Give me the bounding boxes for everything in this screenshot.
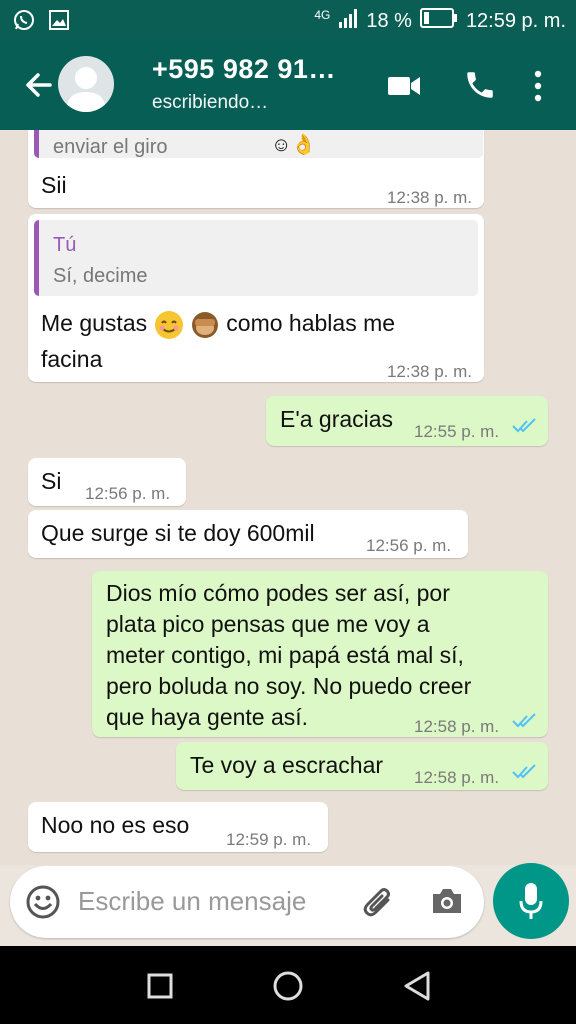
see-no-evil-monkey-icon (190, 310, 220, 340)
message-time: 12:38 p. m. (386, 362, 472, 381)
emoji-smile-icon: ☺👌 (271, 134, 317, 156)
gallery-icon (48, 9, 70, 37)
message-bubble-incoming[interactable]: Si 12:56 p. m. (28, 458, 186, 506)
message-text: Noo no es eso (41, 812, 190, 838)
message-bubble-incoming[interactable]: Que surge si te doy 600mil 12:56 p. m. (28, 510, 468, 558)
message-bubble-incoming[interactable]: Tú Sí, decime Me gustas como hablas me f… (28, 214, 484, 382)
quoted-message: enviar el giro ☺👌 (34, 130, 483, 158)
message-text: Dios mío cómo podes ser así, por plata p… (106, 578, 471, 733)
battery-icon (419, 7, 458, 35)
message-time: 12:58 p. m. (414, 717, 500, 736)
battery-percentage: 18 % (366, 9, 412, 32)
message-text: Me gustas (41, 310, 148, 336)
message-line: meter contigo, mi papá está mal sí, (106, 642, 464, 668)
more-vert-icon[interactable] (528, 68, 548, 104)
message-time: 12:55 p. m. (414, 422, 500, 441)
status-bar: 4G 18 % 12:59 p. m. (0, 0, 576, 40)
back-arrow-icon[interactable] (22, 68, 56, 102)
home-icon[interactable] (272, 970, 304, 1007)
message-line: pero boluda no soy. No puedo creer (106, 673, 472, 699)
mic-icon (518, 881, 544, 926)
quoted-author: Tú (53, 234, 77, 256)
message-bubble-outgoing[interactable]: Te voy a escrachar 12:58 p. m. (176, 742, 548, 790)
emoji-icon[interactable] (26, 885, 60, 924)
message-text: Que surge si te doy 600mil (41, 520, 315, 546)
message-time: 12:56 p. m. (85, 484, 171, 503)
read-ticks-icon (512, 713, 536, 728)
chat-area[interactable]: enviar el giro ☺👌 Sii 12:38 p. m. Tú Sí,… (0, 130, 576, 865)
camera-icon[interactable] (430, 886, 464, 921)
message-time: 12:56 p. m. (366, 536, 452, 555)
message-time: 12:58 p. m. (414, 768, 500, 787)
message-line: Dios mío cómo podes ser así, por (106, 580, 450, 606)
network-type: 4G (314, 8, 331, 22)
message-time: 12:59 p. m. (226, 830, 312, 849)
back-icon[interactable] (402, 970, 432, 1007)
message-text: como hablas me (226, 310, 396, 336)
contact-status: escribiendo… (152, 92, 269, 113)
whatsapp-icon (12, 8, 36, 38)
phone-icon[interactable] (463, 68, 499, 104)
recents-icon[interactable] (146, 972, 174, 1005)
signal-icon (338, 7, 358, 35)
message-line: plata pico pensas que me voy a (106, 611, 430, 637)
mic-button[interactable] (493, 863, 569, 939)
attach-icon[interactable] (362, 884, 396, 925)
smiling-emoji-icon (154, 310, 184, 340)
contact-name[interactable]: +595 982 91… (152, 54, 336, 85)
video-call-icon[interactable] (386, 68, 422, 104)
message-bubble-incoming[interactable]: enviar el giro ☺👌 Sii 12:38 p. m. (28, 130, 484, 208)
avatar-icon[interactable] (58, 56, 114, 112)
status-time: 12:59 p. m. (465, 9, 566, 32)
message-input[interactable]: Escribe un mensaje (78, 886, 306, 917)
quoted-message: Tú Sí, decime (34, 220, 478, 296)
read-ticks-icon (512, 764, 536, 779)
message-bubble-incoming[interactable]: Noo no es eso 12:59 p. m. (28, 802, 328, 852)
message-composer[interactable]: Escribe un mensaje (10, 866, 484, 938)
read-ticks-icon (512, 418, 536, 433)
message-text: Te voy a escrachar (190, 752, 384, 778)
message-text: Si (41, 468, 62, 494)
message-text: facina (41, 346, 103, 372)
message-bubble-outgoing[interactable]: Dios mío cómo podes ser así, por plata p… (92, 571, 548, 737)
chat-header: +595 982 91… escribiendo… (0, 40, 576, 130)
system-navigation-bar (0, 946, 576, 1024)
quoted-text: enviar el giro (53, 136, 168, 158)
message-text: Sii (41, 172, 67, 198)
message-bubble-outgoing[interactable]: E'a gracias 12:55 p. m. (266, 396, 548, 446)
quoted-text: Sí, decime (53, 265, 148, 287)
message-time: 12:38 p. m. (386, 188, 472, 207)
message-text: E'a gracias (280, 406, 394, 432)
